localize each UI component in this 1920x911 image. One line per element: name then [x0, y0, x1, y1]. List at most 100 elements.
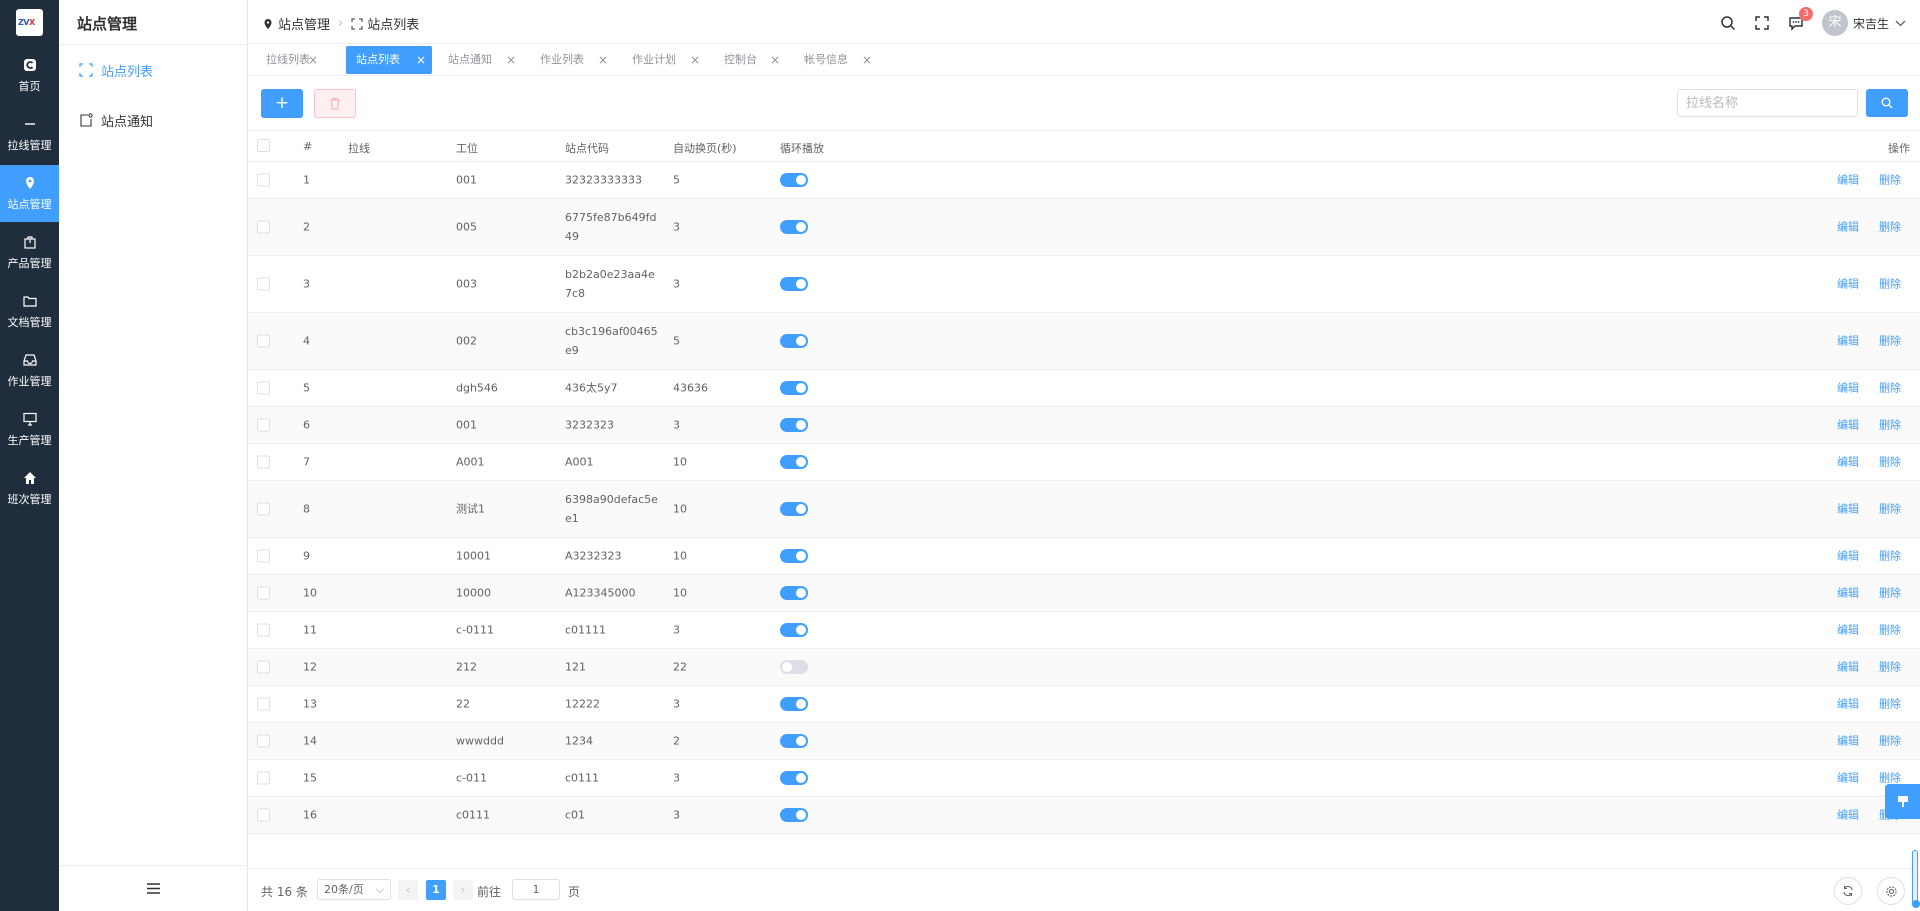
loop-toggle[interactable]: [780, 808, 808, 822]
close-icon[interactable]: ×: [770, 46, 780, 74]
delete-link[interactable]: 删除: [1879, 658, 1901, 677]
collapse-toggle[interactable]: [59, 865, 248, 911]
message-icon[interactable]: 3: [1788, 7, 1813, 31]
goto-page-input[interactable]: [512, 879, 560, 900]
row-checkbox[interactable]: [257, 220, 270, 234]
rail-item-4[interactable]: 文档管理: [0, 283, 59, 340]
breadcrumb-item[interactable]: 站点管理: [278, 14, 330, 33]
row-checkbox[interactable]: [257, 277, 270, 291]
delete-link[interactable]: 删除: [1879, 379, 1901, 398]
delete-link[interactable]: 删除: [1879, 332, 1901, 351]
page-number[interactable]: 1: [426, 880, 446, 900]
loop-toggle[interactable]: [780, 381, 808, 395]
loop-toggle[interactable]: [780, 455, 808, 469]
loop-toggle[interactable]: [780, 502, 808, 516]
settings-button[interactable]: [1877, 877, 1905, 905]
delete-link[interactable]: 删除: [1879, 584, 1901, 603]
edit-link[interactable]: 编辑: [1837, 547, 1859, 566]
edit-link[interactable]: 编辑: [1837, 500, 1859, 519]
loop-toggle[interactable]: [780, 586, 808, 600]
delete-link[interactable]: 删除: [1879, 218, 1901, 237]
delete-link[interactable]: 删除: [1879, 500, 1901, 519]
tab-5[interactable]: 控制台 ×: [714, 46, 786, 74]
close-icon[interactable]: ×: [416, 46, 426, 74]
loop-toggle[interactable]: [780, 277, 808, 291]
add-button[interactable]: +: [261, 89, 303, 118]
search-button[interactable]: [1866, 89, 1908, 117]
tab-6[interactable]: 帐号信息 ×: [794, 46, 878, 74]
row-checkbox[interactable]: [257, 734, 270, 748]
row-checkbox[interactable]: [257, 334, 270, 348]
close-icon[interactable]: ×: [506, 46, 516, 74]
edit-link[interactable]: 编辑: [1837, 171, 1859, 190]
edit-link[interactable]: 编辑: [1837, 658, 1859, 677]
edit-link[interactable]: 编辑: [1837, 769, 1859, 788]
loop-toggle[interactable]: [780, 334, 808, 348]
edit-link[interactable]: 编辑: [1837, 584, 1859, 603]
row-checkbox[interactable]: [257, 623, 270, 637]
loop-toggle[interactable]: [780, 771, 808, 785]
edit-link[interactable]: 编辑: [1837, 453, 1859, 472]
row-checkbox[interactable]: [257, 381, 270, 395]
edit-link[interactable]: 编辑: [1837, 416, 1859, 435]
loop-toggle[interactable]: [780, 220, 808, 234]
floating-tool-button[interactable]: [1885, 784, 1920, 819]
row-checkbox[interactable]: [257, 808, 270, 822]
close-icon[interactable]: ×: [690, 46, 700, 74]
loop-toggle[interactable]: [780, 418, 808, 432]
row-checkbox[interactable]: [257, 586, 270, 600]
loop-toggle[interactable]: [780, 660, 808, 674]
loop-toggle[interactable]: [780, 623, 808, 637]
scroll-indicator[interactable]: [1912, 850, 1920, 908]
rail-item-7[interactable]: 班次管理: [0, 460, 59, 517]
prev-page-button[interactable]: ‹: [398, 880, 418, 900]
close-icon[interactable]: ×: [862, 46, 872, 74]
row-checkbox[interactable]: [257, 418, 270, 432]
sub-item-station-notice[interactable]: 站点通知: [79, 110, 153, 130]
close-icon[interactable]: ×: [598, 46, 608, 74]
select-all-checkbox[interactable]: [257, 139, 270, 152]
delete-link[interactable]: 删除: [1879, 621, 1901, 640]
refresh-button[interactable]: [1834, 877, 1862, 905]
row-checkbox[interactable]: [257, 771, 270, 785]
user-menu[interactable]: 宋 宋吉生: [1821, 10, 1906, 36]
edit-link[interactable]: 编辑: [1837, 332, 1859, 351]
tab-4[interactable]: 作业计划 ×: [622, 46, 706, 74]
edit-link[interactable]: 编辑: [1837, 695, 1859, 714]
tab-0[interactable]: 拉线列表 ×: [256, 46, 324, 74]
app-logo[interactable]: ZVX: [16, 9, 43, 36]
tab-3[interactable]: 作业列表 ×: [530, 46, 614, 74]
row-checkbox[interactable]: [257, 549, 270, 563]
rail-item-1[interactable]: 拉线管理: [0, 106, 59, 163]
rail-item-5[interactable]: 作业管理: [0, 342, 59, 399]
next-page-button[interactable]: ›: [453, 880, 473, 900]
edit-link[interactable]: 编辑: [1837, 379, 1859, 398]
loop-toggle[interactable]: [780, 549, 808, 563]
loop-toggle[interactable]: [780, 697, 808, 711]
edit-link[interactable]: 编辑: [1837, 621, 1859, 640]
delete-link[interactable]: 删除: [1879, 171, 1901, 190]
row-checkbox[interactable]: [257, 660, 270, 674]
search-icon[interactable]: [1720, 15, 1736, 31]
row-checkbox[interactable]: [257, 173, 270, 187]
row-checkbox[interactable]: [257, 455, 270, 469]
edit-link[interactable]: 编辑: [1837, 732, 1859, 751]
row-checkbox[interactable]: [257, 502, 270, 516]
edit-link[interactable]: 编辑: [1837, 218, 1859, 237]
delete-link[interactable]: 删除: [1879, 732, 1901, 751]
fullscreen-icon[interactable]: [1754, 15, 1770, 31]
page-size-select[interactable]: 20条/页 ⌵: [317, 879, 391, 900]
delete-link[interactable]: 删除: [1879, 695, 1901, 714]
loop-toggle[interactable]: [780, 173, 808, 187]
rail-item-3[interactable]: 产品管理: [0, 224, 59, 281]
row-checkbox[interactable]: [257, 697, 270, 711]
delete-button[interactable]: [314, 89, 356, 118]
delete-link[interactable]: 删除: [1879, 453, 1901, 472]
sub-item-station-list[interactable]: 站点列表: [79, 60, 153, 80]
rail-item-2[interactable]: 站点管理: [0, 165, 59, 222]
tab-1[interactable]: 站点列表 ×: [346, 46, 432, 74]
tab-2[interactable]: 站点通知 ×: [438, 46, 522, 74]
edit-link[interactable]: 编辑: [1837, 806, 1859, 825]
edit-link[interactable]: 编辑: [1837, 275, 1859, 294]
close-icon[interactable]: ×: [308, 46, 318, 74]
